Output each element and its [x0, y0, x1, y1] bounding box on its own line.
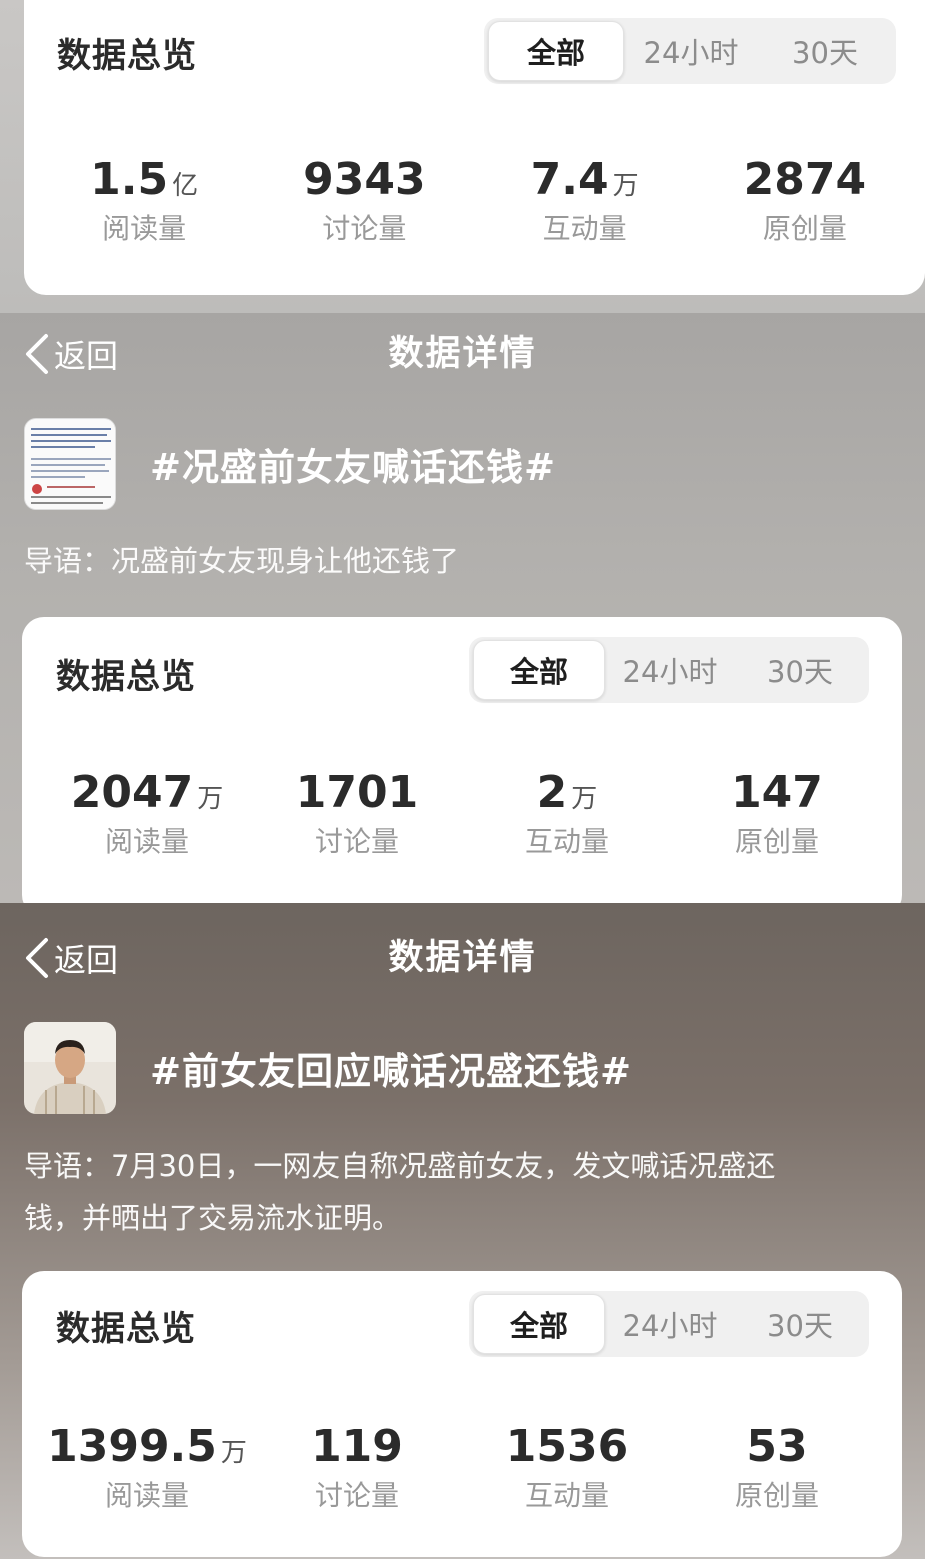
- stat-value: 7.4: [530, 154, 609, 205]
- stat-label: 阅读量: [104, 1479, 189, 1512]
- post-screenshot-icon: [25, 419, 115, 509]
- topic-intro: 导语：况盛前女友现身让他还钱了: [24, 544, 460, 578]
- stat-label: 互动量: [524, 1479, 609, 1512]
- stat-unit: 万: [197, 784, 224, 814]
- tab-all[interactable]: 全部: [473, 640, 605, 700]
- stat-label: 讨论量: [314, 1479, 399, 1512]
- stat-interactions: 1536 互动量: [462, 1421, 672, 1514]
- stat-originals: 53 原创量: [672, 1421, 882, 1514]
- time-range-tabs: 全部 24小时 30天: [469, 1291, 869, 1357]
- detail-section-1: 返回 数据详情 #况盛前女友喊话还钱# 导语：况盛前女友现身让他还钱了 数据总览…: [0, 313, 925, 917]
- tab-30d[interactable]: 30天: [735, 641, 865, 699]
- data-overview-card: 数据总览 全部 24小时 30天 1.5 亿 阅读量 9343 讨论量 7.4 万 …: [24, 0, 925, 295]
- tab-24h[interactable]: 24小时: [605, 641, 735, 699]
- stat-interactions: 7.4 万 互动量: [475, 154, 695, 247]
- stats-row: 1.5 亿 阅读量 9343 讨论量 7.4 万 互动量 2874 原创量: [24, 154, 925, 247]
- stats-row: 1399.5 万 阅读量 119 讨论量 1536 互动量 53 原创量: [22, 1421, 902, 1514]
- stat-value: 2: [536, 767, 568, 818]
- topic-header: #况盛前女友喊话还钱#: [24, 418, 556, 510]
- data-overview-card: 数据总览 全部 24小时 30天 2047 万 阅读量 1701 讨论量 2万 互…: [22, 617, 902, 917]
- tab-24h[interactable]: 24小时: [605, 1295, 735, 1353]
- stat-reads: 1399.5 万 阅读量: [42, 1421, 252, 1514]
- stat-label: 原创量: [762, 212, 847, 245]
- topic-hashtag: #况盛前女友喊话还钱#: [150, 446, 557, 489]
- stat-label: 阅读量: [104, 825, 189, 858]
- page-title: 数据详情: [388, 938, 537, 978]
- stat-value: 1701: [295, 767, 419, 818]
- topic-header: #前女友回应喊话况盛还钱#: [24, 1022, 632, 1114]
- tab-all[interactable]: 全部: [473, 1294, 605, 1354]
- stat-unit: 万: [571, 784, 598, 814]
- stat-discussions: 119 讨论量: [252, 1421, 462, 1514]
- stat-label: 互动量: [524, 825, 609, 858]
- stat-value: 1536: [505, 1421, 629, 1472]
- stat-value: 9343: [303, 154, 426, 205]
- stat-value: 2874: [743, 154, 867, 205]
- stats-row: 2047 万 阅读量 1701 讨论量 2万 互动量 147 原创量: [22, 767, 902, 860]
- topic-hashtag: #前女友回应喊话况盛还钱#: [150, 1050, 633, 1093]
- stat-label: 讨论量: [314, 825, 399, 858]
- nav-bar: 返回 数据详情: [0, 923, 925, 993]
- topic-thumbnail[interactable]: [24, 418, 116, 510]
- stat-value: 53: [746, 1421, 808, 1472]
- tab-30d[interactable]: 30天: [735, 1295, 865, 1353]
- stat-value: 1399.5: [47, 1421, 217, 1472]
- card-title: 数据总览: [56, 657, 196, 697]
- card-title: 数据总览: [56, 1309, 196, 1349]
- stat-label: 原创量: [734, 825, 819, 858]
- stat-originals: 147 原创量: [672, 767, 882, 860]
- overview-section-top: 数据总览 全部 24小时 30天 1.5 亿 阅读量 9343 讨论量 7.4 万 …: [0, 0, 925, 313]
- time-range-tabs: 全部 24小时 30天: [484, 18, 896, 84]
- stat-value: 1.5: [90, 154, 169, 205]
- stat-value: 2047: [70, 767, 194, 818]
- stat-discussions: 1701 讨论量: [252, 767, 462, 860]
- stat-unit: 亿: [172, 171, 199, 201]
- intro-line: 导语：7月30日，一网友自称况盛前女友，发文喊话况盛还: [24, 1149, 776, 1183]
- topic-intro: 导语：7月30日，一网友自称况盛前女友，发文喊话况盛还 钱，并晒出了交易流水证明…: [24, 1140, 775, 1244]
- stat-label: 原创量: [734, 1479, 819, 1512]
- stat-value: 119: [311, 1421, 403, 1472]
- topic-thumbnail[interactable]: [24, 1022, 116, 1114]
- stat-unit: 万: [220, 1438, 247, 1468]
- stat-label: 讨论量: [322, 212, 407, 245]
- stat-originals: 2874 原创量: [695, 154, 915, 247]
- stat-interactions: 2万 互动量: [462, 767, 672, 860]
- time-range-tabs: 全部 24小时 30天: [469, 637, 869, 703]
- stat-label: 互动量: [542, 212, 627, 245]
- tab-30d[interactable]: 30天: [758, 22, 892, 80]
- stat-reads: 2047 万 阅读量: [42, 767, 252, 860]
- page-title: 数据详情: [388, 334, 537, 374]
- stat-unit: 万: [612, 171, 639, 201]
- tab-24h[interactable]: 24小时: [624, 22, 758, 80]
- nav-bar: 返回 数据详情: [0, 319, 925, 389]
- stat-discussions: 9343 讨论量: [254, 154, 474, 247]
- stat-reads: 1.5 亿 阅读量: [34, 154, 254, 247]
- intro-line: 钱，并晒出了交易流水证明。: [24, 1201, 402, 1235]
- card-title: 数据总览: [57, 36, 197, 76]
- tab-all[interactable]: 全部: [488, 21, 624, 81]
- person-photo-icon: [24, 1022, 116, 1114]
- detail-section-2: 返回 数据详情 #前女友回应喊话况盛还钱# 导语：7月30日，一网友自称况盛前女…: [0, 903, 925, 1559]
- stat-value: 147: [731, 767, 823, 818]
- data-overview-card: 数据总览 全部 24小时 30天 1399.5 万 阅读量 119 讨论量 153…: [22, 1271, 902, 1557]
- stat-label: 阅读量: [102, 212, 187, 245]
